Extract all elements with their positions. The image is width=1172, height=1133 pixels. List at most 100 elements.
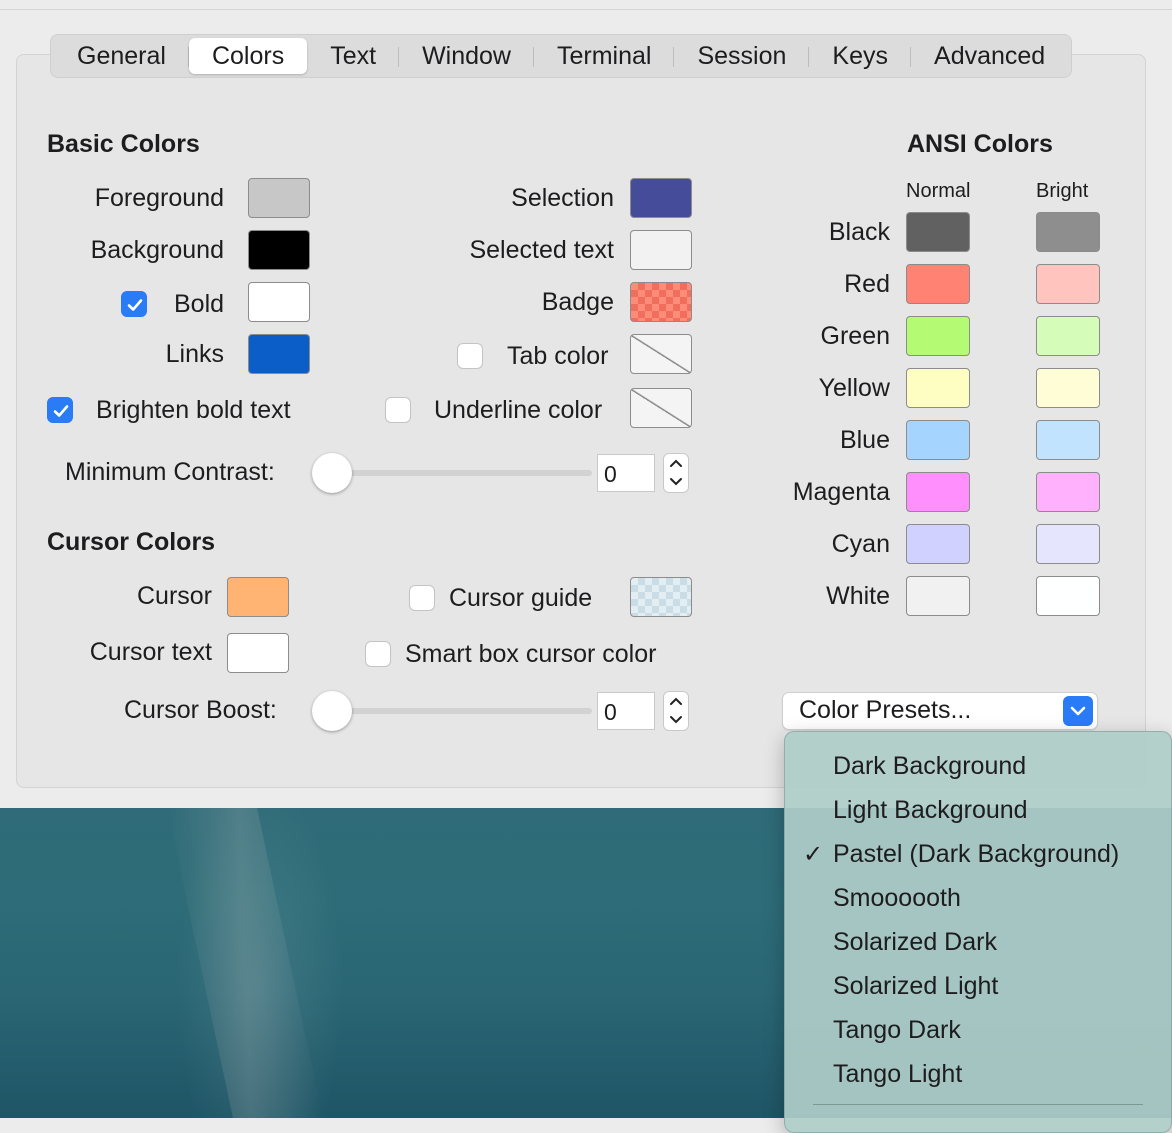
chevron-up-icon xyxy=(670,697,682,705)
minimum-contrast-track[interactable] xyxy=(320,470,592,476)
bold-label: Bold xyxy=(174,290,225,318)
links-swatch[interactable] xyxy=(248,334,310,374)
window-top-border xyxy=(0,9,1172,10)
ansi-white-label: White xyxy=(826,582,890,610)
preset-menu-item[interactable]: ✓ Pastel (Dark Background) xyxy=(785,840,1171,876)
underline-color-label: Underline color xyxy=(434,396,603,424)
preset-menu-item[interactable]: Dark Background xyxy=(785,752,1171,788)
cursor-guide-label: Cursor guide xyxy=(449,584,593,612)
ansi-yellow-label: Yellow xyxy=(818,374,890,402)
color-presets-popup[interactable]: Color Presets... xyxy=(782,692,1098,730)
tab-bar: General Colors Text Window Terminal Sess… xyxy=(50,34,1073,78)
bold-checkbox[interactable] xyxy=(121,291,147,317)
tab-window[interactable]: Window xyxy=(399,38,534,74)
tab-color-swatch[interactable] xyxy=(630,334,692,374)
tab-advanced[interactable]: Advanced xyxy=(911,38,1068,74)
preset-menu-item-label: Solarized Dark xyxy=(833,928,997,956)
foreground-swatch[interactable] xyxy=(248,178,310,218)
underline-color-checkbox[interactable] xyxy=(385,397,411,423)
background-swatch[interactable] xyxy=(248,230,310,270)
ansi-red-label: Red xyxy=(844,270,890,298)
selection-swatch[interactable] xyxy=(630,178,692,218)
ansi-black-bright-swatch[interactable] xyxy=(1036,212,1100,252)
background-label: Background xyxy=(90,236,224,264)
ansi-cyan-label: Cyan xyxy=(831,530,890,558)
selected-text-label: Selected text xyxy=(469,236,614,264)
smart-box-cursor-label: Smart box cursor color xyxy=(405,640,657,668)
cursor-swatch[interactable] xyxy=(227,577,289,617)
basic-colors-heading: Basic Colors xyxy=(47,130,200,158)
preset-menu-item[interactable]: Tango Dark xyxy=(785,1016,1171,1052)
preset-menu-item-label: Pastel (Dark Background) xyxy=(833,840,1120,868)
brighten-bold-label: Brighten bold text xyxy=(96,396,291,424)
ansi-magenta-label: Magenta xyxy=(792,478,890,506)
ansi-yellow-normal-swatch[interactable] xyxy=(906,368,970,408)
tab-color-checkbox[interactable] xyxy=(457,343,483,369)
cursor-boost-label: Cursor Boost: xyxy=(124,696,277,724)
color-presets-label: Color Presets... xyxy=(799,696,972,724)
ansi-blue-bright-swatch[interactable] xyxy=(1036,420,1100,460)
preset-menu-item[interactable]: Solarized Dark xyxy=(785,928,1171,964)
tab-text[interactable]: Text xyxy=(307,38,399,74)
cursor-guide-checkbox[interactable] xyxy=(409,585,435,611)
tab-color-label: Tab color xyxy=(507,342,609,370)
ansi-magenta-bright-swatch[interactable] xyxy=(1036,472,1100,512)
minimum-contrast-stepper[interactable] xyxy=(663,453,689,493)
ansi-magenta-normal-swatch[interactable] xyxy=(906,472,970,512)
cursor-boost-knob[interactable] xyxy=(312,691,352,731)
ansi-green-normal-swatch[interactable] xyxy=(906,316,970,356)
brighten-bold-checkbox[interactable] xyxy=(47,397,73,423)
ansi-blue-label: Blue xyxy=(839,426,890,454)
preset-menu-item[interactable]: Light Background xyxy=(785,796,1171,832)
ansi-white-bright-swatch[interactable] xyxy=(1036,576,1100,616)
preset-menu-item-label: Tango Light xyxy=(833,1060,963,1088)
ansi-black-normal-swatch[interactable] xyxy=(906,212,970,252)
preset-menu-item[interactable]: Tango Light xyxy=(785,1060,1171,1096)
minimum-contrast-knob[interactable] xyxy=(312,453,352,493)
cursor-colors-heading: Cursor Colors xyxy=(47,528,216,556)
color-presets-menu: Dark Background Light Background ✓ Pastel (… xyxy=(784,731,1172,1133)
cursor-label: Cursor xyxy=(136,582,212,610)
badge-label: Badge xyxy=(541,288,614,316)
ansi-white-normal-swatch[interactable] xyxy=(906,576,970,616)
tab-general[interactable]: General xyxy=(54,38,189,74)
minimum-contrast-label: Minimum Contrast: xyxy=(65,458,275,486)
chevron-up-icon xyxy=(670,459,682,467)
underline-color-swatch[interactable] xyxy=(630,388,692,428)
preset-menu-item-label: Tango Dark xyxy=(833,1016,961,1044)
tab-terminal[interactable]: Terminal xyxy=(534,38,675,74)
checkmark-icon xyxy=(53,405,69,417)
ansi-cyan-normal-swatch[interactable] xyxy=(906,524,970,564)
tab-session[interactable]: Session xyxy=(674,38,810,74)
ansi-bright-header: Bright xyxy=(1036,180,1089,202)
popup-arrow-button[interactable] xyxy=(1063,696,1093,726)
ansi-yellow-bright-swatch[interactable] xyxy=(1036,368,1100,408)
tab-keys[interactable]: Keys xyxy=(809,38,911,74)
wallpaper-light-streak xyxy=(167,808,323,1118)
preset-menu-item[interactable]: Solarized Light xyxy=(785,972,1171,1008)
smart-box-cursor-checkbox[interactable] xyxy=(365,641,391,667)
ansi-normal-header: Normal xyxy=(906,180,971,202)
preset-menu-item-label: Solarized Light xyxy=(833,972,999,1000)
bold-swatch[interactable] xyxy=(248,282,310,322)
ansi-green-bright-swatch[interactable] xyxy=(1036,316,1100,356)
ansi-cyan-bright-swatch[interactable] xyxy=(1036,524,1100,564)
ansi-red-normal-swatch[interactable] xyxy=(906,264,970,304)
badge-swatch[interactable] xyxy=(630,282,692,322)
cursor-text-swatch[interactable] xyxy=(227,633,289,673)
foreground-label: Foreground xyxy=(94,184,224,212)
selection-label: Selection xyxy=(511,184,614,212)
cursor-boost-track[interactable] xyxy=(320,708,592,714)
cursor-boost-field[interactable]: 0 xyxy=(597,692,655,730)
cursor-guide-swatch[interactable] xyxy=(630,577,692,617)
checkmark-icon xyxy=(127,299,143,311)
cursor-boost-stepper[interactable] xyxy=(663,691,689,731)
minimum-contrast-field[interactable]: 0 xyxy=(597,454,655,492)
selected-text-swatch[interactable] xyxy=(630,230,692,270)
preset-menu-item[interactable]: Smoooooth xyxy=(785,884,1171,920)
ansi-red-bright-swatch[interactable] xyxy=(1036,264,1100,304)
preset-menu-item-label: Light Background xyxy=(833,796,1028,824)
ansi-blue-normal-swatch[interactable] xyxy=(906,420,970,460)
tab-colors[interactable]: Colors xyxy=(188,38,308,74)
ansi-colors-heading: ANSI Colors xyxy=(907,130,1053,158)
